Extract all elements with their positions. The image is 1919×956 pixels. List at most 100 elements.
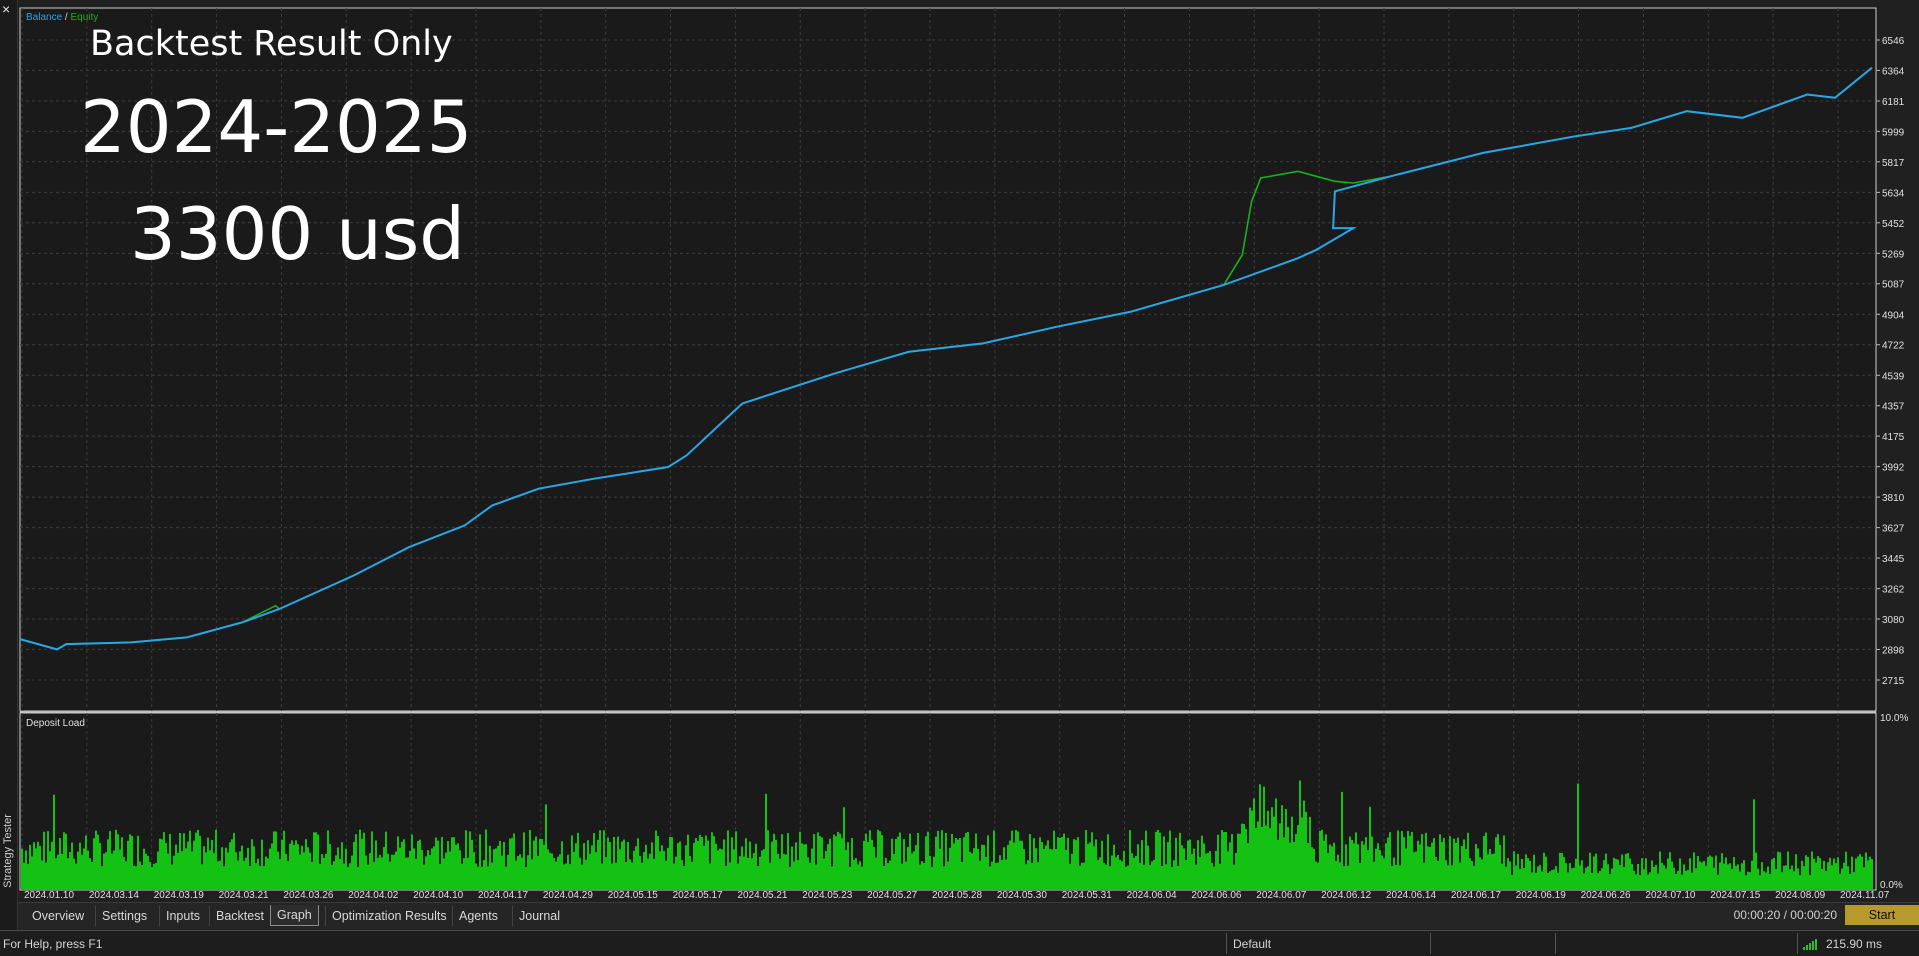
y-tick-label: 5087 — [1882, 280, 1905, 291]
deposit-load-bar — [213, 853, 215, 890]
deposit-load-bar — [1659, 851, 1661, 890]
deposit-load-bar — [1161, 866, 1163, 890]
deposit-load-bar — [1381, 855, 1383, 890]
deposit-load-bar — [465, 830, 467, 890]
deposit-load-bar — [55, 858, 57, 890]
deposit-load-bar — [1429, 847, 1431, 890]
deposit-load-bar — [965, 832, 967, 890]
deposit-load-bar — [1281, 805, 1283, 890]
tab-backtest[interactable]: Backtest — [209, 906, 270, 926]
deposit-load-bar — [79, 842, 81, 890]
deposit-load-bar — [689, 856, 691, 890]
deposit-load-bar — [1139, 862, 1141, 890]
deposit-load-bar — [987, 835, 989, 890]
deposit-load-bar — [791, 846, 793, 890]
deposit-load-bar — [1285, 808, 1287, 890]
deposit-load-bar — [1375, 848, 1377, 890]
deposit-load-bar — [1283, 837, 1285, 890]
deposit-load-bar — [259, 865, 261, 890]
deposit-load-bar — [1417, 840, 1419, 890]
tab-inputs[interactable]: Inputs — [159, 906, 206, 926]
deposit-load-bar — [277, 851, 279, 890]
deposit-load-bar — [473, 852, 475, 890]
deposit-load-bar — [639, 856, 641, 890]
x-tick-label: 2024.06.07 — [1256, 890, 1306, 901]
deposit-load-bar — [609, 842, 611, 890]
deposit-load-bar — [1601, 868, 1603, 890]
tab-optimization-results[interactable]: Optimization Results — [325, 906, 453, 926]
deposit-load-bar — [377, 857, 379, 890]
tab-graph[interactable]: Graph — [270, 905, 319, 926]
deposit-load-bar — [753, 853, 755, 890]
deposit-load-bar — [361, 838, 363, 890]
deposit-load-bar — [883, 865, 885, 890]
deposit-load-bar — [147, 855, 149, 890]
deposit-load-bar — [381, 857, 383, 890]
deposit-load-bar — [1559, 852, 1561, 890]
deposit-load-bar — [721, 849, 723, 890]
deposit-load-bar — [1865, 852, 1867, 890]
deposit-load-bar — [1251, 810, 1253, 890]
deposit-load-bar — [1481, 859, 1483, 890]
deposit-load-bar — [221, 847, 223, 890]
tab-settings[interactable]: Settings — [95, 906, 153, 926]
deposit-load-bar — [1785, 865, 1787, 890]
deposit-load-bar — [297, 844, 299, 890]
deposit-load-bar — [789, 866, 791, 890]
deposit-load-bar — [1587, 866, 1589, 890]
y-tick-label: 4539 — [1882, 371, 1905, 382]
deposit-load-bar — [999, 855, 1001, 890]
tab-journal[interactable]: Journal — [512, 906, 566, 926]
deposit-load-bar — [797, 860, 799, 890]
x-tick-label: 2024.05.15 — [608, 890, 658, 901]
deposit-load-bar — [519, 854, 521, 890]
deposit-load-bar — [1267, 810, 1269, 890]
deposit-load-bar — [723, 839, 725, 890]
deposit-load-bar — [451, 837, 453, 890]
deposit-load-bar — [651, 842, 653, 890]
deposit-load-bar — [1575, 858, 1577, 890]
deposit-load-bar — [1271, 807, 1273, 890]
tab-agents[interactable]: Agents — [452, 906, 504, 926]
deposit-load-bar — [847, 842, 849, 890]
deposit-load-bar — [695, 838, 697, 890]
deposit-load-bar — [591, 845, 593, 890]
x-tick-label: 2024.05.23 — [802, 890, 852, 901]
deposit-load-bar — [433, 846, 435, 890]
deposit-load-bar — [1205, 853, 1207, 890]
deposit-load-bar — [1565, 863, 1567, 890]
deposit-load-bar — [1569, 863, 1571, 890]
deposit-load-bar — [1321, 829, 1323, 890]
tab-overview[interactable]: Overview — [26, 906, 90, 926]
deposit-load-bar — [401, 841, 403, 890]
deposit-load-bar — [57, 854, 59, 890]
deposit-load-bar — [151, 867, 153, 890]
deposit-load-bar — [1837, 857, 1839, 890]
deposit-load-bar — [1683, 864, 1685, 890]
deposit-load-bar — [281, 839, 283, 890]
deposit-load-bar — [1679, 858, 1681, 890]
deposit-load-bar — [237, 860, 239, 890]
deposit-load-bar — [1433, 838, 1435, 890]
deposit-load-bar — [657, 836, 659, 890]
status-divider — [1797, 933, 1798, 954]
deposit-load-bar — [517, 855, 519, 890]
deposit-load-bar — [1349, 836, 1351, 890]
deposit-load-bar — [1341, 791, 1343, 890]
deposit-load-bar — [611, 863, 613, 890]
deposit-load-bar — [1359, 863, 1361, 890]
deposit-load-bar — [1493, 853, 1495, 890]
deposit-load-bar — [879, 831, 881, 890]
deposit-load-bar — [795, 842, 797, 890]
deposit-load-bar — [1207, 853, 1209, 890]
x-tick-label: 2024.03.21 — [219, 890, 269, 901]
deposit-load-bar — [23, 862, 25, 890]
deposit-load-bar — [1871, 859, 1873, 890]
deposit-load-bar — [685, 845, 687, 890]
x-tick-label: 2024.07.10 — [1645, 890, 1695, 901]
start-button[interactable]: Start — [1845, 905, 1919, 925]
deposit-load-bar — [1045, 845, 1047, 890]
overlay-title: Backtest Result Only — [90, 24, 453, 64]
deposit-load-bar — [389, 861, 391, 890]
y-axis: 6546 6364 6181 5999 5817 5634 5452 5269 5087 4904… — [1876, 36, 1908, 891]
